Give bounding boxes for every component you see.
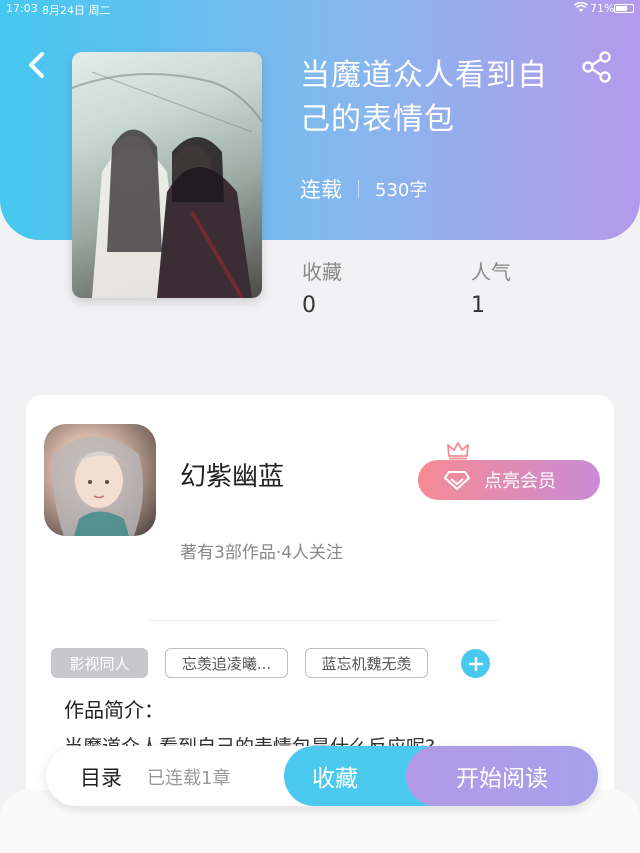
favorites-label: 收藏	[302, 260, 342, 284]
start-reading-button[interactable]: 开始阅读	[406, 746, 598, 806]
diamond-icon	[444, 471, 470, 490]
start-reading-label: 开始阅读	[456, 766, 548, 792]
book-cover-image[interactable]	[72, 52, 262, 298]
back-button[interactable]	[22, 48, 52, 82]
status-time: 17:03	[6, 2, 38, 15]
tag-item[interactable]: 忘羡追凌曦...	[165, 648, 288, 678]
tag-label: 忘羡追凌曦...	[181, 654, 272, 673]
word-count: 530字	[375, 180, 428, 201]
popularity-label: 人气	[471, 260, 511, 284]
status-bar: 17:03 8月24日 周二 71%	[0, 0, 640, 18]
status-date: 8月24日 周二	[42, 4, 111, 17]
share-button[interactable]	[580, 50, 614, 84]
vip-label: 点亮会员	[484, 471, 556, 492]
author-meta: 著有3部作品·4人关注	[180, 543, 344, 563]
add-tag-button[interactable]	[461, 649, 490, 678]
vip-button[interactable]: 点亮会员	[418, 460, 600, 500]
favorites-value: 0	[302, 293, 316, 318]
popularity-value: 1	[471, 293, 485, 318]
crown-icon	[447, 442, 469, 460]
intro-title: 作品简介：	[64, 698, 164, 722]
battery-percent: 71%	[590, 2, 615, 15]
divider	[358, 180, 359, 198]
tag-label: 蓝忘机魏无羡	[321, 654, 412, 673]
serial-status: 连载	[300, 178, 342, 202]
favorites-stat: 收藏 0	[302, 256, 342, 318]
wifi-icon	[574, 1, 588, 16]
cover-illustration	[72, 71, 262, 298]
share-icon	[582, 51, 611, 83]
toc-button[interactable]: 目录	[80, 762, 122, 792]
tag-category[interactable]: 影视同人	[51, 648, 148, 678]
author-avatar[interactable]	[44, 424, 156, 536]
battery-icon	[614, 4, 634, 13]
favorite-label: 收藏	[312, 766, 358, 792]
divider	[150, 620, 500, 621]
chevron-left-icon	[29, 52, 44, 78]
book-title: 当魔道众人看到自己的表情包	[300, 58, 548, 137]
tag-label: 影视同人	[69, 654, 130, 673]
book-status-line: 连载 530字	[300, 174, 427, 204]
plus-icon	[468, 656, 483, 671]
author-name[interactable]: 幻紫幽蓝	[180, 456, 284, 493]
chapter-count: 已连载1章	[147, 768, 231, 789]
tag-item[interactable]: 蓝忘机魏无羡	[305, 648, 428, 678]
avatar-illustration	[52, 436, 143, 536]
popularity-stat: 人气 1	[471, 256, 511, 318]
